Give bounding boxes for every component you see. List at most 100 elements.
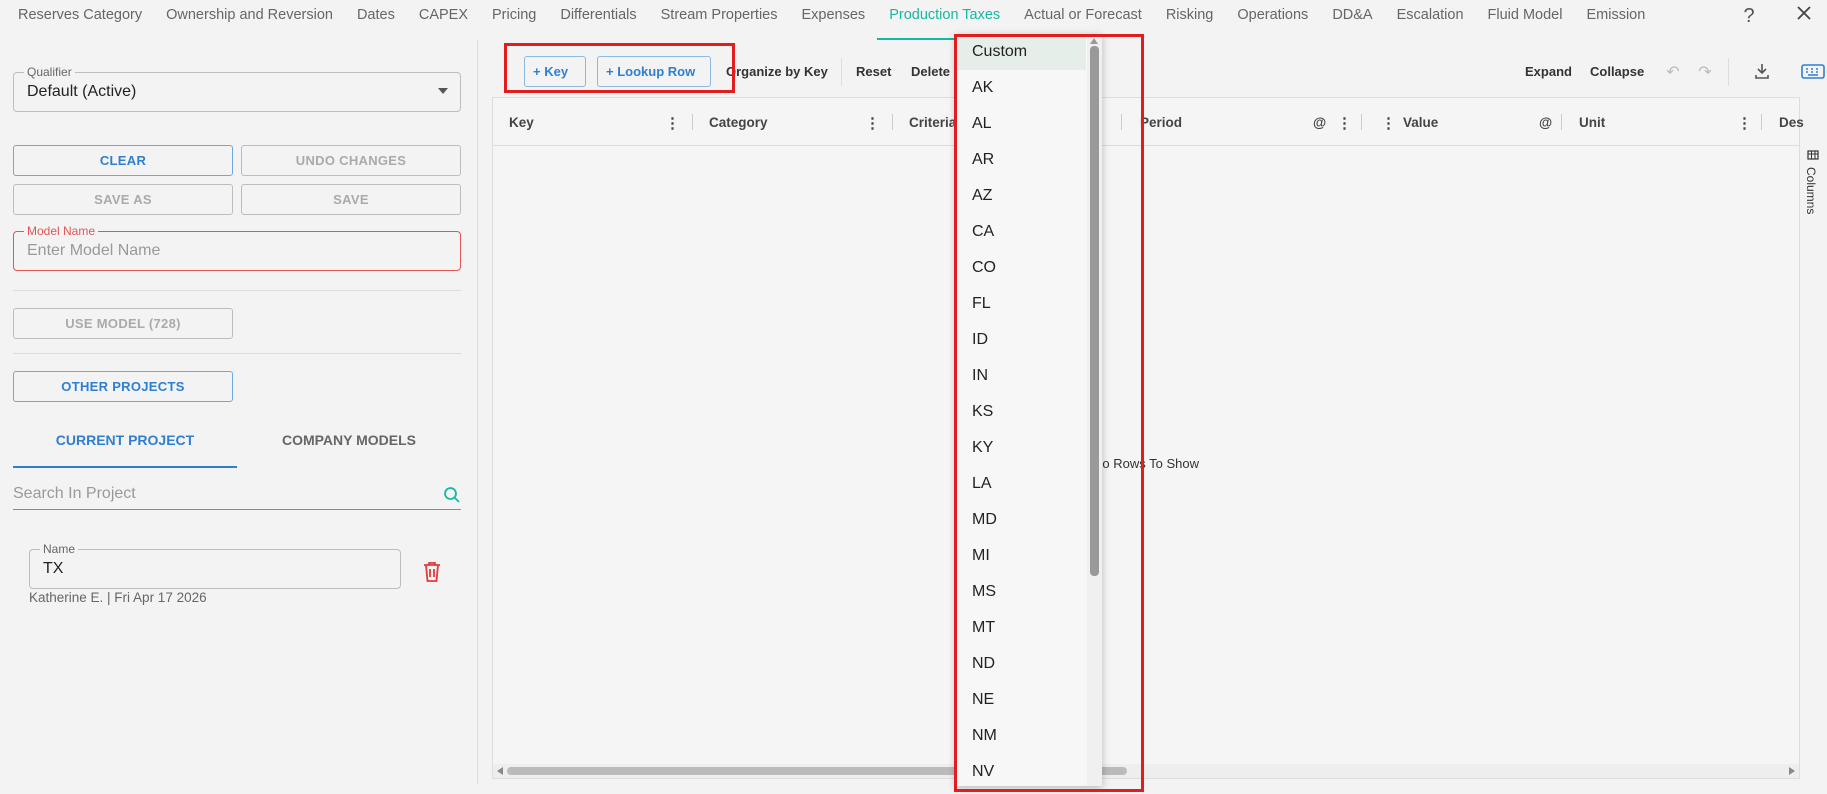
dropdown-option-ak[interactable]: AK <box>956 70 1086 106</box>
scroll-left-icon[interactable] <box>497 767 503 775</box>
tab-risking[interactable]: Risking <box>1154 0 1226 40</box>
search-input[interactable]: Search In Project <box>13 480 461 510</box>
other-projects-button[interactable]: OTHER PROJECTS <box>13 371 233 402</box>
dropdown-option-ne[interactable]: NE <box>956 682 1086 718</box>
dropdown-option-la[interactable]: LA <box>956 466 1086 502</box>
column-header-unit[interactable]: Unit <box>1579 115 1605 130</box>
add-key-button[interactable]: + Key <box>524 56 586 87</box>
tab-pricing[interactable]: Pricing <box>480 0 548 40</box>
lookup-row-label: Lookup Row <box>617 64 696 79</box>
clear-button[interactable]: CLEAR <box>13 145 233 176</box>
tab-escalation[interactable]: Escalation <box>1385 0 1476 40</box>
collapse-button[interactable]: Collapse <box>1590 64 1644 79</box>
column-resize-handle[interactable] <box>892 114 893 130</box>
at-icon: @ <box>1313 115 1327 130</box>
column-resize-handle[interactable] <box>692 114 693 130</box>
download-icon[interactable] <box>1752 62 1772 82</box>
column-resize-handle[interactable] <box>1361 114 1362 130</box>
panel-divider[interactable] <box>477 40 478 784</box>
dropdown-option-mi[interactable]: MI <box>956 538 1086 574</box>
undo-changes-button[interactable]: UNDO CHANGES <box>241 145 461 176</box>
dropdown-option-nd[interactable]: ND <box>956 646 1086 682</box>
model-name-field[interactable]: Model Name Enter Model Name <box>13 224 461 271</box>
divider <box>13 290 461 291</box>
column-menu-icon[interactable]: ⋮ <box>1737 114 1752 132</box>
save-button[interactable]: SAVE <box>241 184 461 215</box>
dropdown-option-mt[interactable]: MT <box>956 610 1086 646</box>
column-header-description[interactable]: Des <box>1779 115 1804 130</box>
dropdown-option-fl[interactable]: FL <box>956 286 1086 322</box>
tab-differentials[interactable]: Differentials <box>548 0 648 40</box>
qualifier-label: Qualifier <box>24 65 75 79</box>
dropdown-scrollbar[interactable] <box>1087 34 1102 786</box>
tab-operations[interactable]: Operations <box>1225 0 1320 40</box>
column-menu-icon[interactable]: ⋮ <box>865 114 880 132</box>
reset-button[interactable]: Reset <box>856 64 891 79</box>
add-key-label: Key <box>544 64 569 79</box>
horizontal-scrollbar[interactable] <box>493 764 1799 778</box>
column-resize-handle[interactable] <box>1121 114 1122 130</box>
dropdown-option-id[interactable]: ID <box>956 322 1086 358</box>
redo-icon[interactable]: ↷ <box>1695 62 1715 82</box>
column-header-value[interactable]: Value <box>1403 115 1438 130</box>
scroll-right-icon[interactable] <box>1789 767 1795 775</box>
dropdown-option-in[interactable]: IN <box>956 358 1086 394</box>
organize-by-key-button[interactable]: Organize by Key <box>726 64 828 79</box>
help-icon[interactable]: ? <box>1737 4 1761 28</box>
tab-reserves-category[interactable]: Reserves Category <box>6 0 154 40</box>
tab-dates[interactable]: Dates <box>345 0 407 40</box>
state-dropdown: Custom AK AL AR AZ CA CO FL ID IN KS KY LA MD MI MS MT ND… <box>956 34 1102 786</box>
dropdown-option-md[interactable]: MD <box>956 502 1086 538</box>
dropdown-option-az[interactable]: AZ <box>956 178 1086 214</box>
expand-button[interactable]: Expand <box>1525 64 1572 79</box>
dropdown-option-ks[interactable]: KS <box>956 394 1086 430</box>
drag-handle-icon[interactable]: ⁝ <box>504 62 508 78</box>
tab-emission[interactable]: Emission <box>1574 0 1657 40</box>
dropdown-option-nm[interactable]: NM <box>956 718 1086 754</box>
tab-fluid-model[interactable]: Fluid Model <box>1476 0 1575 40</box>
dropdown-option-ar[interactable]: AR <box>956 142 1086 178</box>
tab-stream-properties[interactable]: Stream Properties <box>649 0 790 40</box>
tab-dd-a[interactable]: DD&A <box>1320 0 1384 40</box>
delete-button[interactable]: Delete <box>911 64 950 79</box>
dropdown-option-al[interactable]: AL <box>956 106 1086 142</box>
dropdown-option-co[interactable]: CO <box>956 250 1086 286</box>
column-header-period[interactable]: Period <box>1140 115 1182 130</box>
trash-icon[interactable] <box>421 560 443 584</box>
search-icon[interactable] <box>443 486 461 504</box>
tab-ownership-and-reversion[interactable]: Ownership and Reversion <box>154 0 345 40</box>
save-as-button[interactable]: SAVE AS <box>13 184 233 215</box>
grid-header: Key ⋮ Category ⋮ Criteria Period @ ⋮ ⋮ V… <box>493 98 1804 146</box>
use-model-button[interactable]: USE MODEL (728) <box>13 308 233 339</box>
qualifier-select[interactable]: Qualifier Default (Active) <box>13 65 461 112</box>
tab-expenses[interactable]: Expenses <box>790 0 878 40</box>
qualifier-value: Default (Active) <box>27 83 137 100</box>
column-menu-icon[interactable]: ⋮ <box>1381 114 1396 132</box>
column-menu-icon[interactable]: ⋮ <box>1337 114 1352 132</box>
dropdown-option-nv[interactable]: NV <box>956 754 1086 786</box>
keyboard-icon[interactable] <box>1800 62 1826 82</box>
dropdown-option-custom[interactable]: Custom <box>956 34 1086 70</box>
dropdown-option-ca[interactable]: CA <box>956 214 1086 250</box>
column-header-key[interactable]: Key <box>509 115 534 130</box>
dropdown-option-ky[interactable]: KY <box>956 430 1086 466</box>
tab-capex[interactable]: CAPEX <box>407 0 480 40</box>
tab-company-models[interactable]: COMPANY MODELS <box>237 422 461 468</box>
model-name-label: Model Name <box>24 224 99 238</box>
empty-grid-message: No Rows To Show <box>1093 456 1199 471</box>
column-header-category[interactable]: Category <box>709 115 768 130</box>
scroll-up-icon[interactable] <box>1090 38 1098 44</box>
tab-current-project[interactable]: CURRENT PROJECT <box>13 422 237 468</box>
columns-side-tab[interactable]: Columns <box>1802 145 1824 225</box>
close-icon[interactable] <box>1792 4 1816 28</box>
add-lookup-row-button[interactable]: + Lookup Row <box>597 56 711 87</box>
name-field[interactable]: Name TX <box>29 542 401 589</box>
undo-icon[interactable]: ↶ <box>1663 62 1683 82</box>
column-resize-handle[interactable] <box>1761 114 1762 130</box>
column-resize-handle[interactable] <box>1561 114 1562 130</box>
column-menu-icon[interactable]: ⋮ <box>665 114 680 132</box>
scrollbar-thumb[interactable] <box>1090 46 1099 576</box>
divider <box>13 353 461 354</box>
column-header-criteria[interactable]: Criteria <box>909 115 956 130</box>
dropdown-option-ms[interactable]: MS <box>956 574 1086 610</box>
